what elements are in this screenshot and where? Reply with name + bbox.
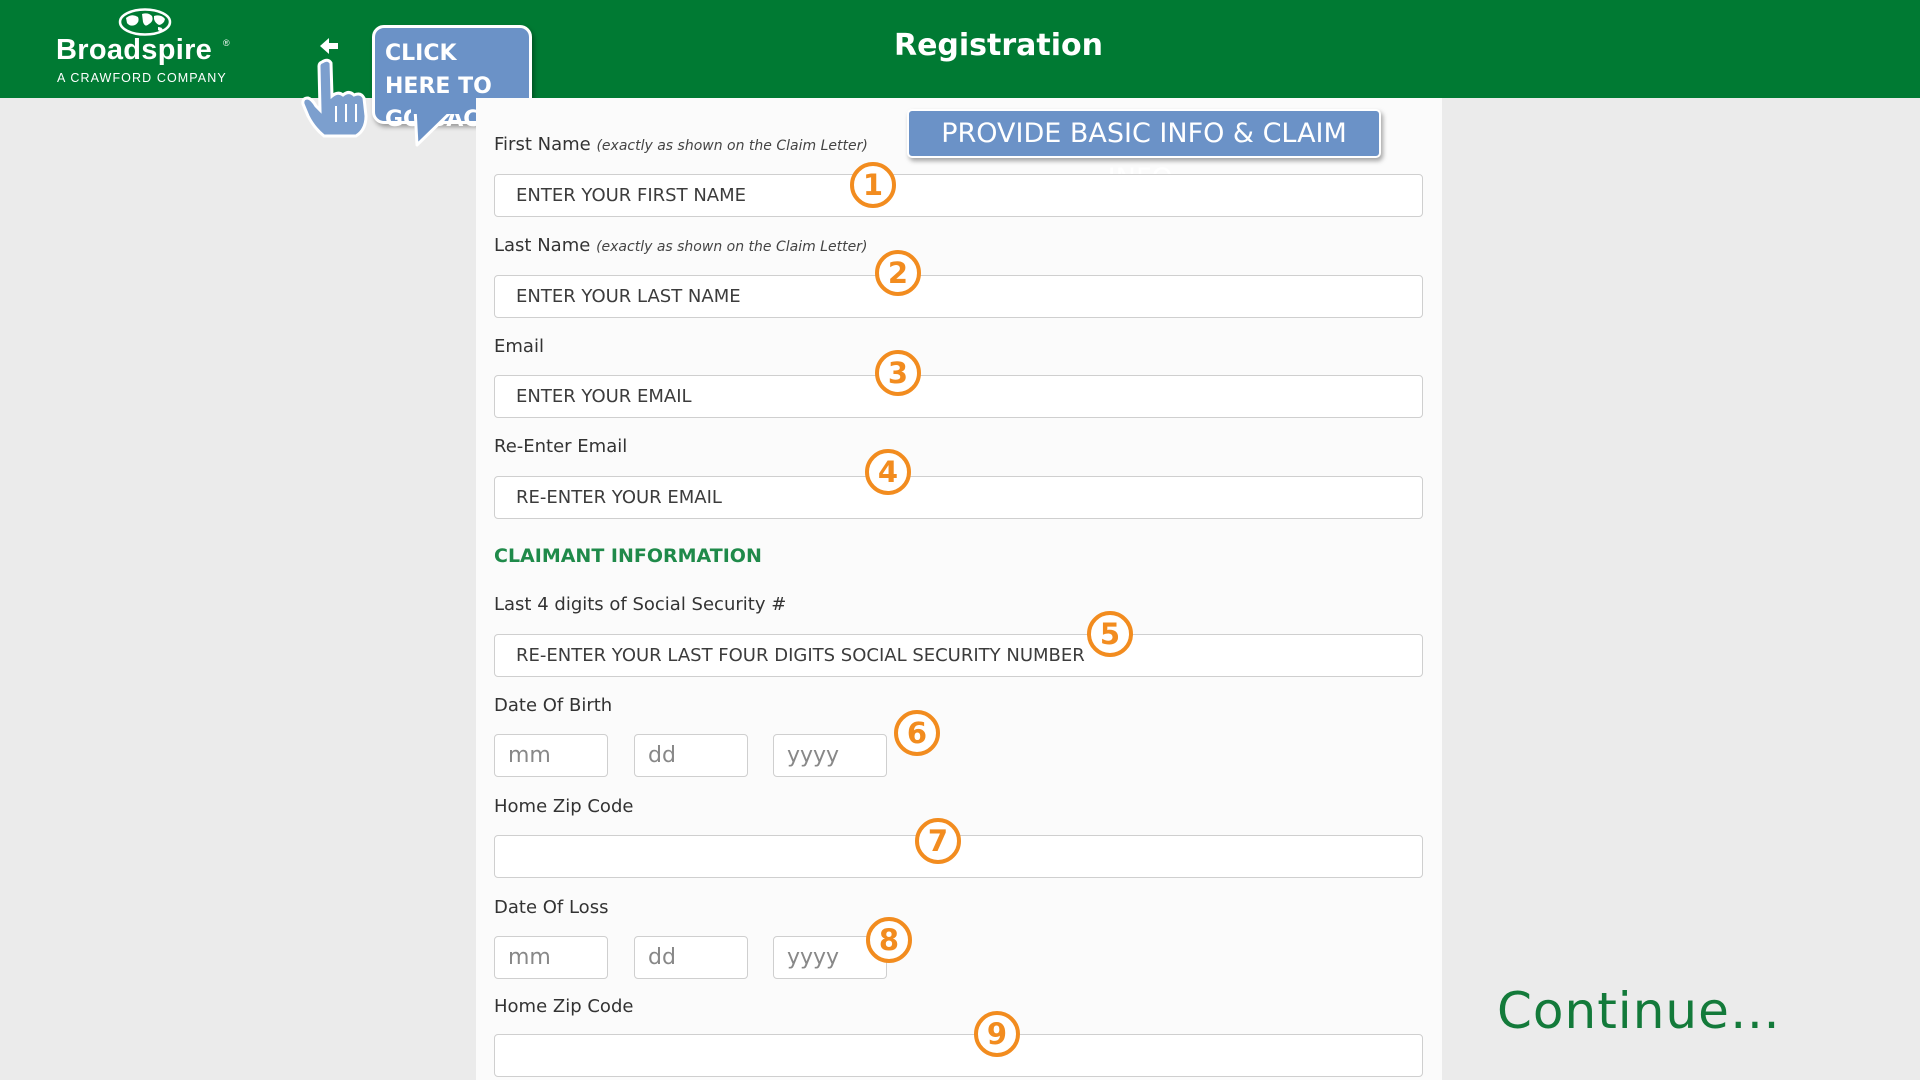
step-badge-6: 6	[894, 710, 940, 756]
first-name-note: (exactly as shown on the Claim Letter)	[596, 138, 868, 154]
reenter-email-input[interactable]	[494, 476, 1423, 519]
callout-tail	[411, 108, 459, 147]
ssn-input[interactable]	[494, 634, 1423, 677]
page-title: Registration	[893, 28, 1104, 63]
pointing-hand-icon	[301, 58, 368, 138]
last-name-note: (exactly as shown on the Claim Letter)	[596, 239, 868, 255]
home-zip-label-2: Home Zip Code	[494, 996, 634, 1017]
step-badge-7: 7	[915, 818, 961, 864]
first-name-label-text: First Name	[494, 134, 591, 155]
step-badge-8: 8	[866, 917, 912, 963]
ssn-label: Last 4 digits of Social Security #	[494, 594, 787, 615]
step-badge-9: 9	[974, 1011, 1020, 1057]
last-name-input[interactable]	[494, 275, 1423, 318]
step-badge-2: 2	[875, 250, 921, 296]
loss-month-input[interactable]	[494, 936, 608, 979]
step-badge-1: 1	[850, 162, 896, 208]
first-name-label: First Name (exactly as shown on the Clai…	[494, 134, 868, 155]
date-of-loss-label: Date Of Loss	[494, 897, 609, 918]
reenter-email-label: Re-Enter Email	[494, 436, 628, 457]
dob-year-input[interactable]	[773, 734, 887, 777]
loss-day-input[interactable]	[634, 936, 748, 979]
logo-tagline: A CRAWFORD COMPANY	[57, 71, 227, 85]
step-badge-5: 5	[1087, 611, 1133, 657]
home-zip-label: Home Zip Code	[494, 796, 634, 817]
go-back-callout-line-1: CLICK HERE TO	[385, 41, 492, 99]
last-name-label-text: Last Name	[494, 235, 591, 256]
step-badge-3: 3	[875, 350, 921, 396]
date-of-birth-label: Date Of Birth	[494, 695, 613, 716]
dob-month-input[interactable]	[494, 734, 608, 777]
step-badge-4: 4	[865, 449, 911, 495]
back-arrow-icon[interactable]	[318, 36, 340, 56]
last-name-label: Last Name (exactly as shown on the Claim…	[494, 235, 867, 256]
home-zip-input-2[interactable]	[494, 1034, 1423, 1077]
claimant-information-heading: CLAIMANT INFORMATION	[494, 545, 762, 567]
continue-label: Continue…	[1497, 982, 1781, 1040]
first-name-input[interactable]	[494, 174, 1423, 217]
dob-day-input[interactable]	[634, 734, 748, 777]
provide-info-callout: PROVIDE BASIC INFO & CLAIM INFO.	[907, 109, 1381, 194]
email-input[interactable]	[494, 375, 1423, 418]
email-label: Email	[494, 336, 544, 357]
top-bar: Broadspire ® A CRAWFORD COMPANY Registra…	[0, 0, 1920, 98]
